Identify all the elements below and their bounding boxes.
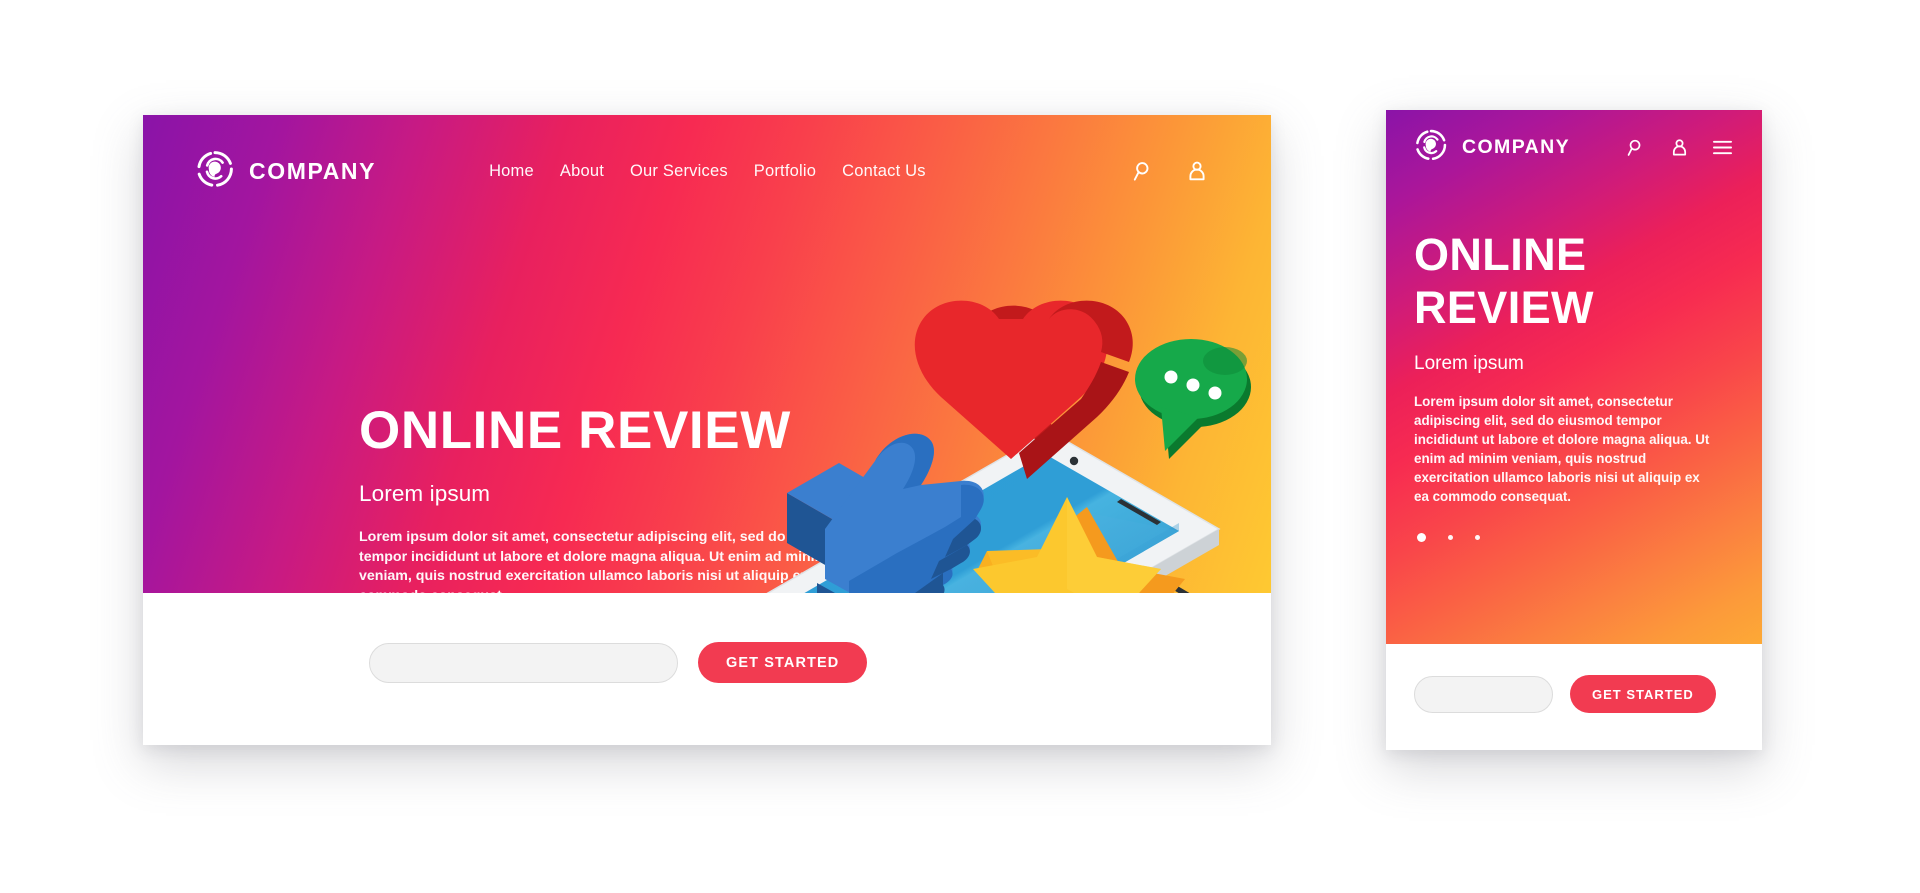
signup-form: GET STARTED xyxy=(369,642,868,683)
search-icon[interactable] xyxy=(1622,133,1650,161)
desktop-mockup-card: COMPANY Home About Our Services Portfoli… xyxy=(143,115,1271,745)
mobile-header-actions xyxy=(1622,133,1736,161)
page-canvas: COMPANY Home About Our Services Portfoli… xyxy=(0,0,1920,893)
hamburger-menu-icon[interactable] xyxy=(1708,133,1736,161)
mobile-hero-title-line-2: REVIEW xyxy=(1414,282,1594,334)
mobile-mockup-card: COMPANY ONLINE REVIEW Lorem ipsum Lorem … xyxy=(1386,110,1762,750)
mobile-email-input[interactable] xyxy=(1414,675,1553,713)
mobile-hero-title: ONLINE REVIEW xyxy=(1414,228,1724,334)
mobile-get-started-button[interactable]: GET STARTED xyxy=(1570,675,1716,713)
mobile-signup-form: GET STARTED xyxy=(1414,675,1716,713)
mobile-header: COMPANY xyxy=(1386,110,1762,184)
desktop-hero-section: COMPANY Home About Our Services Portfoli… xyxy=(143,115,1271,593)
mobile-carousel-dots xyxy=(1414,533,1724,543)
mobile-carousel-dot-3[interactable] xyxy=(1475,535,1480,541)
hero-body-text: Lorem ipsum dolor sit amet, consectetur … xyxy=(359,529,848,593)
user-icon[interactable] xyxy=(1183,157,1211,185)
mobile-hero-section: COMPANY ONLINE REVIEW Lorem ipsum Lorem … xyxy=(1386,110,1762,644)
desktop-nav: Home About Our Services Portfolio Contac… xyxy=(489,162,926,181)
nav-item-about[interactable]: About xyxy=(560,162,604,181)
nav-item-contact-us[interactable]: Contact Us xyxy=(842,162,926,181)
isometric-heart xyxy=(914,300,1133,479)
brand-name-text: COMPANY xyxy=(249,157,377,184)
mobile-hero-subtitle: Lorem ipsum xyxy=(1414,353,1524,375)
desktop-header-actions xyxy=(1130,157,1219,185)
mobile-footer-section: GET STARTED xyxy=(1386,644,1762,750)
mobile-brand-name-text: COMPANY xyxy=(1462,135,1571,158)
desktop-header: COMPANY Home About Our Services Portfoli… xyxy=(143,115,1271,227)
mobile-brand-logo[interactable]: COMPANY xyxy=(1414,128,1570,167)
desktop-hero-copy: ONLINE REVIEW Lorem ipsum Lorem ipsum do… xyxy=(359,401,859,593)
mobile-carousel-dot-2[interactable] xyxy=(1448,535,1453,541)
desktop-footer-section: GET STARTED xyxy=(143,593,1271,745)
circular-swirl-logo-icon xyxy=(195,149,235,194)
mobile-carousel-dot-1[interactable] xyxy=(1417,533,1426,543)
isometric-star xyxy=(973,497,1185,593)
nav-item-home[interactable]: Home xyxy=(489,162,534,181)
circular-swirl-logo-icon xyxy=(1414,128,1448,167)
hero-subtitle: Lorem ipsum xyxy=(359,481,491,507)
nav-item-portfolio[interactable]: Portfolio xyxy=(754,162,816,181)
mobile-hero-body-text: Lorem ipsum dolor sit amet, consectetur … xyxy=(1414,394,1710,505)
nav-item-our-services[interactable]: Our Services xyxy=(630,162,728,181)
hero-title: ONLINE REVIEW xyxy=(359,401,791,460)
isometric-speech-bubble xyxy=(1135,339,1251,459)
search-icon[interactable] xyxy=(1130,157,1158,185)
get-started-button[interactable]: GET STARTED xyxy=(698,642,868,683)
brand-logo[interactable]: COMPANY xyxy=(195,149,376,194)
mobile-hero-title-line-1: ONLINE xyxy=(1414,229,1587,280)
email-input[interactable] xyxy=(369,642,678,683)
mobile-hero-copy: ONLINE REVIEW Lorem ipsum Lorem ipsum do… xyxy=(1414,228,1724,543)
user-icon[interactable] xyxy=(1665,133,1693,161)
